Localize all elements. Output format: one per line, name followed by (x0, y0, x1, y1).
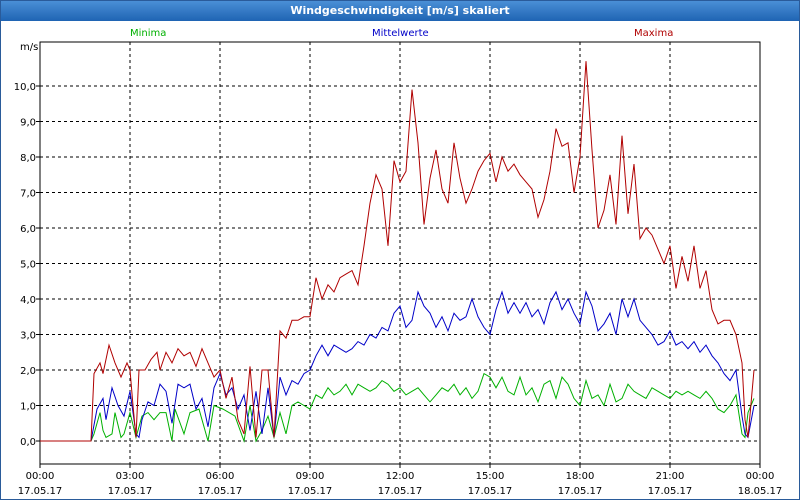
wind-speed-chart: 0,0 1,0 2,0 3,0 4,0 5,0 6,0 7,0 8,0 9,0 10,0 00:00… (14, 28, 783, 497)
x-tick-date: 18.05.17 (738, 486, 783, 497)
x-tick-date: 17.05.17 (648, 486, 693, 497)
y-axis-unit-label: m/s (20, 42, 38, 53)
x-tick-date: 17.05.17 (288, 486, 333, 497)
y-tick-label: 2,0 (20, 366, 36, 377)
x-tick-time: 06:00 (206, 471, 235, 482)
series-line-maxima (40, 61, 755, 442)
y-tick-label: 6,0 (20, 224, 36, 235)
legend-minima: Minima (130, 28, 166, 39)
x-tick-time: 15:00 (476, 471, 505, 482)
x-tick-date: 17.05.17 (468, 486, 513, 497)
x-tick-time: 00:00 (746, 471, 775, 482)
y-tick-label: 8,0 (20, 153, 36, 164)
y-tick-label: 5,0 (20, 260, 36, 271)
x-tick-time: 21:00 (656, 471, 685, 482)
y-tick-label: 10,0 (14, 82, 36, 93)
series-line-minima (40, 372, 755, 443)
x-tick-time: 18:00 (566, 471, 595, 482)
y-tick-label: 0,0 (20, 437, 36, 448)
x-tick-date: 17.05.17 (18, 486, 63, 497)
grid-lines (40, 42, 760, 464)
x-tick-date: 17.05.17 (198, 486, 243, 497)
y-tick-label: 7,0 (20, 189, 36, 200)
y-tick-label: 1,0 (20, 402, 36, 413)
x-tick-date: 17.05.17 (558, 486, 603, 497)
x-axis-ticks: 00:00 17.05.17 03:00 17.05.17 06:00 17.05.17 0… (18, 464, 783, 497)
x-tick-date: 17.05.17 (108, 486, 153, 497)
x-tick-time: 09:00 (296, 471, 325, 482)
y-tick-label: 9,0 (20, 118, 36, 129)
legend-maxima: Maxima (634, 28, 673, 39)
y-tick-label: 3,0 (20, 331, 36, 342)
legend-mittelwerte: Mittelwerte (372, 28, 429, 39)
series-lines (40, 61, 755, 443)
x-tick-time: 12:00 (386, 471, 415, 482)
x-tick-time: 03:00 (116, 471, 145, 482)
x-tick-time: 00:00 (26, 471, 55, 482)
y-axis-ticks: 0,0 1,0 2,0 3,0 4,0 5,0 6,0 7,0 8,0 9,0 10,0 (14, 82, 40, 448)
y-tick-label: 4,0 (20, 295, 36, 306)
x-tick-date: 17.05.17 (378, 486, 423, 497)
